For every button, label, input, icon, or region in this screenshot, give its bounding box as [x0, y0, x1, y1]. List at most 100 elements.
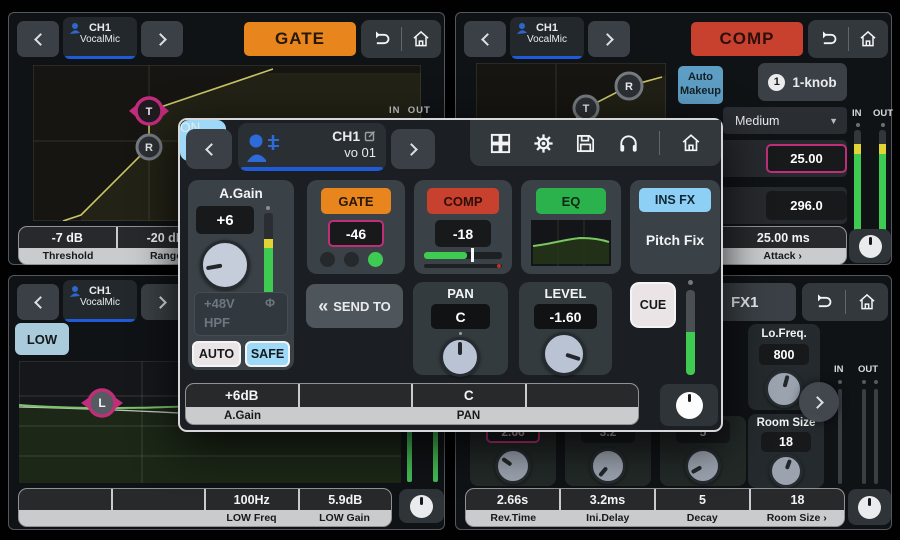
- footer-cell-decay[interactable]: 5: [656, 489, 751, 510]
- channel-next-button[interactable]: [588, 21, 630, 57]
- auto-gain-button[interactable]: AUTO: [192, 341, 241, 367]
- decay-knob[interactable]: [685, 448, 721, 484]
- footer-cell-roomsize[interactable]: 18: [751, 489, 844, 510]
- home-icon[interactable]: [680, 132, 702, 154]
- home-icon[interactable]: [857, 292, 877, 312]
- comp-param1-value[interactable]: 25.00: [766, 144, 847, 173]
- comp-ratio-handle[interactable]: R: [616, 73, 642, 99]
- param2-text: 296.0: [790, 198, 823, 213]
- channel-prev-button[interactable]: [17, 21, 59, 57]
- comp-threshold-value[interactable]: -18: [435, 220, 491, 247]
- insfx-card[interactable]: INS FX Pitch Fix: [630, 180, 720, 274]
- comp-card[interactable]: COMP -18: [414, 180, 512, 274]
- gate-threshold-value[interactable]: -46: [328, 220, 384, 247]
- inidelay-knob[interactable]: [590, 448, 626, 484]
- again-knob[interactable]: [200, 240, 250, 290]
- again-value[interactable]: +6: [196, 206, 254, 234]
- popup-touch-knob-button[interactable]: [660, 384, 718, 426]
- touch-knob-button[interactable]: [399, 489, 444, 523]
- channel-prev-button[interactable]: [17, 284, 59, 320]
- comp-title-button[interactable]: COMP: [691, 22, 803, 56]
- settings-gear-icon[interactable]: [532, 132, 555, 155]
- lofreq-value[interactable]: 800: [759, 344, 809, 365]
- home-icon[interactable]: [858, 29, 878, 49]
- save-data-icon[interactable]: [574, 132, 597, 155]
- channel-select-button[interactable]: CH1 VocalMic: [63, 17, 137, 59]
- popup-channel-next-button[interactable]: [391, 129, 435, 169]
- undo-icon[interactable]: [813, 292, 833, 312]
- popup-channel-prev-button[interactable]: [186, 129, 232, 169]
- io-meter-labels: IN OUT: [389, 105, 431, 116]
- peak-dot: [688, 280, 693, 285]
- footer-label: [525, 407, 638, 424]
- fx-out-meter-l: [862, 389, 866, 484]
- footer-cell-attack[interactable]: 25.00 ms: [721, 227, 846, 248]
- footer-cell-inidelay[interactable]: 3.2ms: [561, 489, 656, 510]
- comp-chip[interactable]: COMP: [427, 188, 499, 214]
- undo-icon[interactable]: [818, 29, 838, 49]
- gate-led-off: [320, 252, 335, 267]
- eq-card[interactable]: EQ: [521, 180, 621, 274]
- footer-cell-pan[interactable]: C: [413, 384, 527, 407]
- out-meter-label: OUT: [873, 108, 893, 119]
- insfx-chip-label: INS FX: [655, 193, 695, 207]
- channel-prev-button[interactable]: [464, 21, 506, 57]
- footer-cell-lowgain[interactable]: 5.9dB: [300, 489, 392, 510]
- next-page-button[interactable]: [799, 382, 839, 422]
- comp-type-dropdown[interactable]: Medium ▼: [723, 107, 847, 134]
- safe-button[interactable]: SAFE: [245, 341, 290, 367]
- comp-value-text: -18: [453, 226, 473, 242]
- comp-slider-handle: [471, 248, 474, 262]
- footer-label: Decay: [655, 510, 750, 526]
- revtime-knob[interactable]: [495, 448, 531, 484]
- level-value[interactable]: -1.60: [534, 304, 597, 329]
- pan-card: PAN C: [413, 282, 508, 375]
- undo-home-group: [808, 20, 888, 58]
- in-meter-label: IN: [834, 364, 844, 375]
- level-knob[interactable]: [542, 332, 586, 376]
- channel-next-button[interactable]: [141, 21, 183, 57]
- lofreq-knob[interactable]: [765, 370, 803, 408]
- send-to-button[interactable]: « SEND TO: [306, 284, 403, 328]
- phantom-hpf-section[interactable]: +48V Φ HPF: [194, 292, 288, 336]
- popup-channel-name-button[interactable]: CH1 vo 01: [238, 123, 386, 171]
- footer-cell[interactable]: [300, 384, 414, 407]
- roomsize-value[interactable]: 18: [761, 432, 811, 452]
- cue-button[interactable]: CUE: [630, 282, 676, 328]
- footer-cell-threshold[interactable]: -7 dB: [19, 227, 118, 248]
- insfx-chip[interactable]: INS FX: [639, 188, 711, 212]
- pan-value[interactable]: C: [431, 304, 490, 329]
- low-band-button[interactable]: LOW: [15, 323, 69, 355]
- eq-chip[interactable]: EQ: [536, 188, 606, 214]
- pan-knob[interactable]: [440, 337, 480, 377]
- gate-range-handle[interactable]: R: [137, 135, 161, 159]
- one-knob-label: 1-knob: [792, 75, 836, 90]
- gate-led-on: [368, 252, 383, 267]
- gate-chip[interactable]: GATE: [321, 188, 391, 214]
- comp-param2-value[interactable]: 296.0: [766, 191, 847, 220]
- footer-cell-revtime[interactable]: 2.66s: [466, 489, 561, 510]
- auto-makeup-button[interactable]: Auto Makeup: [678, 66, 723, 104]
- channel-select-button[interactable]: CH1 VocalMic: [510, 17, 584, 59]
- dropdown-caret-icon: ▼: [829, 116, 838, 126]
- undo-icon[interactable]: [371, 29, 391, 49]
- roomsize-knob[interactable]: [769, 454, 803, 488]
- library-grid-icon[interactable]: [489, 132, 512, 155]
- footer-cell[interactable]: [527, 384, 639, 407]
- monitor-headphones-icon[interactable]: [617, 132, 640, 155]
- touch-knob-button[interactable]: [849, 229, 891, 263]
- gate-title-button[interactable]: GATE: [244, 22, 356, 56]
- channel-subname: VocalMic: [510, 34, 584, 46]
- channel-select-button[interactable]: CH1 VocalMic: [63, 280, 137, 322]
- pan-label: PAN: [413, 286, 508, 301]
- one-knob-button[interactable]: 1 1-knob: [758, 63, 847, 101]
- channel-next-button[interactable]: [141, 284, 183, 320]
- footer-cell-again[interactable]: +6dB: [186, 384, 300, 407]
- footer-cell-lowfreq[interactable]: 100Hz: [206, 489, 300, 510]
- touch-knob-button[interactable]: [848, 489, 891, 525]
- comp-threshold-handle[interactable]: T: [574, 96, 598, 120]
- gate-card[interactable]: GATE -46: [307, 180, 405, 274]
- home-icon[interactable]: [411, 29, 431, 49]
- footer-cell[interactable]: [113, 489, 207, 510]
- footer-cell[interactable]: [19, 489, 113, 510]
